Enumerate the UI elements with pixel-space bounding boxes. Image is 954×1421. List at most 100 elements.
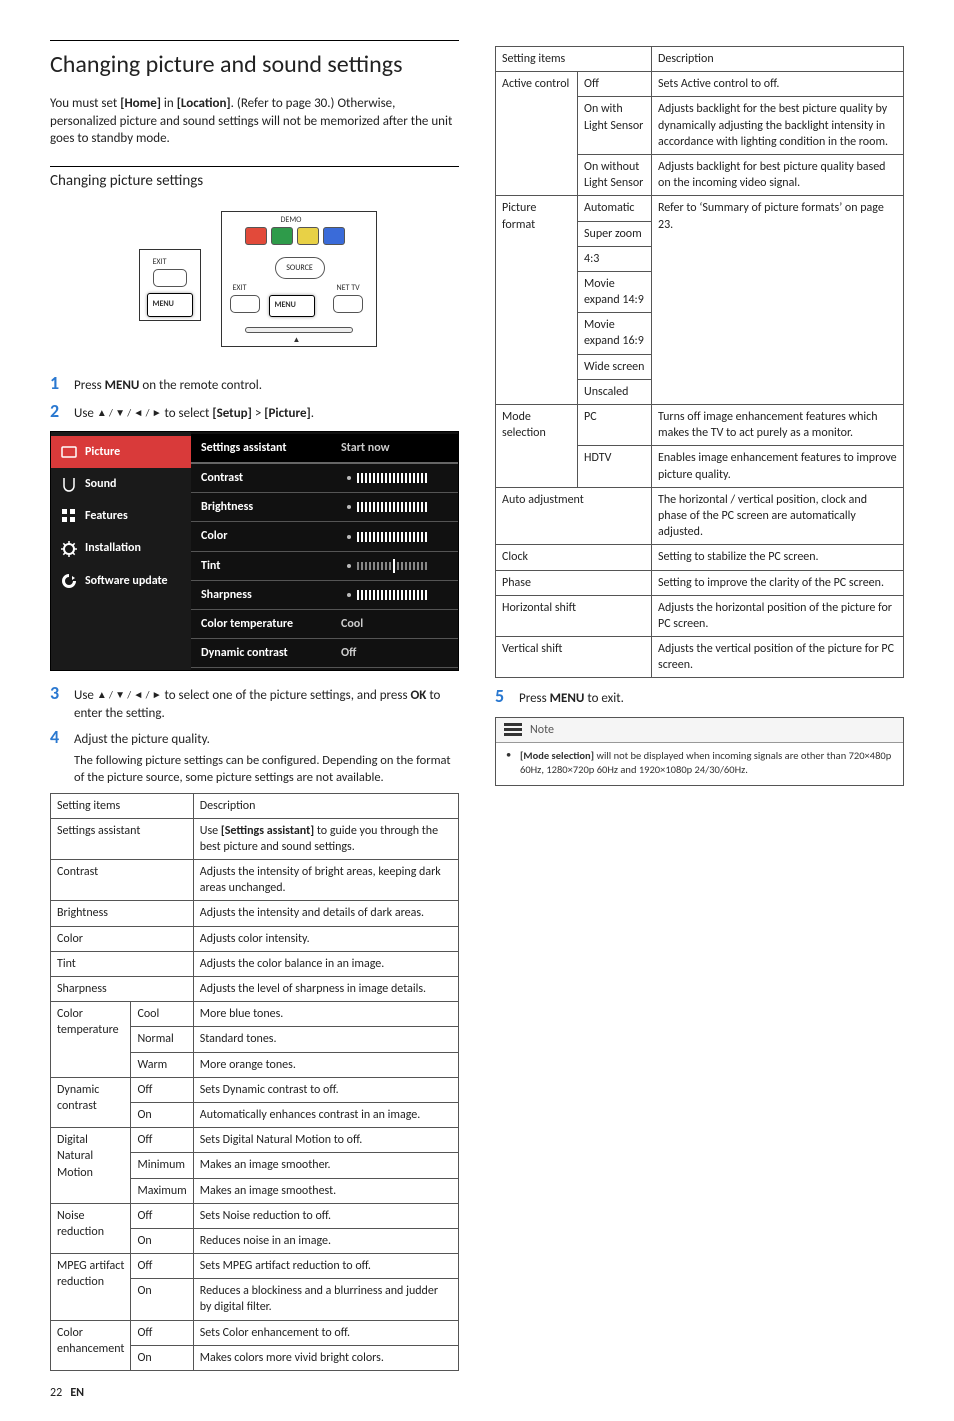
t1-desc: Adjusts the color balance in an image. [193, 951, 458, 976]
t1-sub: Minimum [131, 1153, 193, 1178]
t1-desc: Reduces a blockiness and a blurriness an… [193, 1279, 458, 1320]
t1-group: Digital Natural Motion [51, 1128, 131, 1204]
page-title: Changing picture and sound settings [50, 40, 459, 81]
osd-sidebar-icon [61, 476, 77, 492]
osd-row-label: Dynamic contrast [201, 645, 341, 661]
osd-row: Dynamic contrastOff [191, 639, 458, 668]
t2-group: Mode selection [496, 405, 578, 488]
step-5: 5 Press MENU to exit. [495, 684, 904, 708]
remote-illustration: EXIT MENU DEMO SOURCE EXIT MENU NET TV [50, 201, 459, 361]
osd-slider [347, 502, 427, 512]
t2-sub: Wide screen [578, 354, 652, 379]
t1-desc: Standard tones. [193, 1027, 458, 1052]
step-1-menu: MENU [105, 378, 140, 393]
t1-group: Dynamic contrast [51, 1077, 131, 1127]
step-1-num: 1 [50, 371, 64, 395]
osd-row-value: Cool [341, 616, 363, 632]
step-5-num: 5 [495, 684, 509, 708]
t1-sub: Warm [131, 1052, 193, 1077]
t1-h1: Setting items [51, 793, 194, 818]
t1-item: Settings assistant [51, 818, 194, 859]
t1-item: Color [51, 926, 194, 951]
osd-sidebar: Picture SoundFeatures Installation Software… [51, 432, 191, 671]
t1-desc: Adjusts the intensity and details of dar… [193, 901, 458, 926]
t1-desc: Adjusts color intensity. [193, 926, 458, 951]
osd-row: Color temperatureCool [191, 610, 458, 639]
t2-desc: Setting to improve the clarity of the PC… [652, 570, 904, 595]
t1-sub: Off [131, 1128, 193, 1153]
remote-menu2-label: MENU [275, 300, 296, 311]
t1-desc: Adjusts the level of sharpness in image … [193, 977, 458, 1002]
t2-desc: Setting to stabilize the PC screen. [652, 545, 904, 570]
step-3-nav: ▲ / ▼ / ◄ / ► [97, 688, 162, 701]
step-2-mid: to select [162, 406, 213, 421]
t1-item: Tint [51, 951, 194, 976]
t1-item: Contrast [51, 860, 194, 901]
t2-sub: 4:3 [578, 246, 652, 271]
t2-sub: On without Light Sensor [578, 154, 652, 195]
osd-sidebar-icon [61, 541, 77, 557]
t1-item: Brightness [51, 901, 194, 926]
t1-desc: Makes colors more vivid bright colors. [193, 1345, 458, 1370]
t1-desc: Sets Dynamic contrast to off. [193, 1077, 458, 1102]
osd-sidebar-label: Software update [85, 573, 168, 589]
t2-sub: Movie expand 14:9 [578, 271, 652, 312]
remote-source-btn: SOURCE [275, 257, 325, 279]
step-3-num: 3 [50, 681, 64, 705]
osd-slider [347, 532, 427, 542]
step-2-end: . [311, 406, 314, 421]
remote-demo-label: DEMO [281, 215, 302, 226]
osd-row: Settings assistantStart now [191, 434, 458, 464]
t1-sub: Off [131, 1203, 193, 1228]
table-settings-2: Setting items Description Active control… [495, 46, 904, 678]
step-2-num: 2 [50, 399, 64, 423]
osd-row-label: Settings assistant [201, 440, 341, 456]
t1-desc: Automatically enhances contrast in an im… [193, 1102, 458, 1127]
osd-sidebar-label: Installation [85, 540, 141, 556]
t2-sub: On with Light Sensor [578, 97, 652, 155]
osd-row-label: Sharpness [201, 587, 341, 603]
note-icon [504, 723, 522, 737]
osd-sidebar-item: Software update [51, 565, 191, 597]
t1-h2: Description [193, 793, 458, 818]
step-2-setup: [Setup] [212, 406, 252, 421]
t2-desc: Sets Active control to off. [652, 72, 904, 97]
osd-row-label: Contrast [201, 470, 341, 486]
t2-desc: The horizontal / vertical position, cloc… [652, 487, 904, 545]
osd-row-label: Brightness [201, 499, 341, 515]
note-bold: [Mode selection] [520, 749, 594, 762]
t1-sub: Maximum [131, 1178, 193, 1203]
intro-text: You must set [Home] in [Location]. (Refe… [50, 95, 459, 148]
t1-desc: Use [Settings assistant] to guide you th… [193, 818, 458, 859]
osd-screenshot: Picture SoundFeatures Installation Software… [50, 431, 459, 672]
t2-sub: Super zoom [578, 221, 652, 246]
osd-sidebar-item: Features [51, 500, 191, 532]
step-5-menu: MENU [550, 691, 585, 706]
t1-sub: Normal [131, 1027, 193, 1052]
osd-slider [347, 559, 427, 573]
note-body: [Mode selection] will not be displayed w… [496, 743, 903, 785]
step-4-num: 4 [50, 725, 64, 749]
osd-sidebar-item: Sound [51, 468, 191, 500]
t2-sub: Unscaled [578, 379, 652, 404]
t1-group: Color temperature [51, 1002, 131, 1078]
t2-group: Picture format [496, 196, 578, 405]
osd-row: Color [191, 522, 458, 551]
step-2-pre: Use [74, 406, 97, 421]
step-3-pre: Use [74, 688, 97, 703]
t2-desc: Adjusts backlight for the best picture q… [652, 97, 904, 155]
osd-sidebar-item: Picture [51, 436, 191, 468]
osd-sidebar-label: Picture [85, 444, 120, 460]
step-2-gt: > [252, 406, 264, 421]
step-2: 2 Use ▲ / ▼ / ◄ / ► to select [Setup] > … [50, 399, 459, 423]
t2-desc: Turns off image enhancement features whi… [652, 405, 904, 446]
t2-group: Active control [496, 72, 578, 196]
t1-desc: Makes an image smoothest. [193, 1178, 458, 1203]
t1-desc: More blue tones. [193, 1002, 458, 1027]
t1-sub: On [131, 1279, 193, 1320]
t2-desc: Enables image enhancement features to im… [652, 446, 904, 487]
osd-main: Settings assistantStart now Contrast Brigh… [191, 432, 458, 671]
osd-sidebar-icon [61, 444, 77, 460]
t1-sub: On [131, 1228, 193, 1253]
t1-sub: On [131, 1345, 193, 1370]
